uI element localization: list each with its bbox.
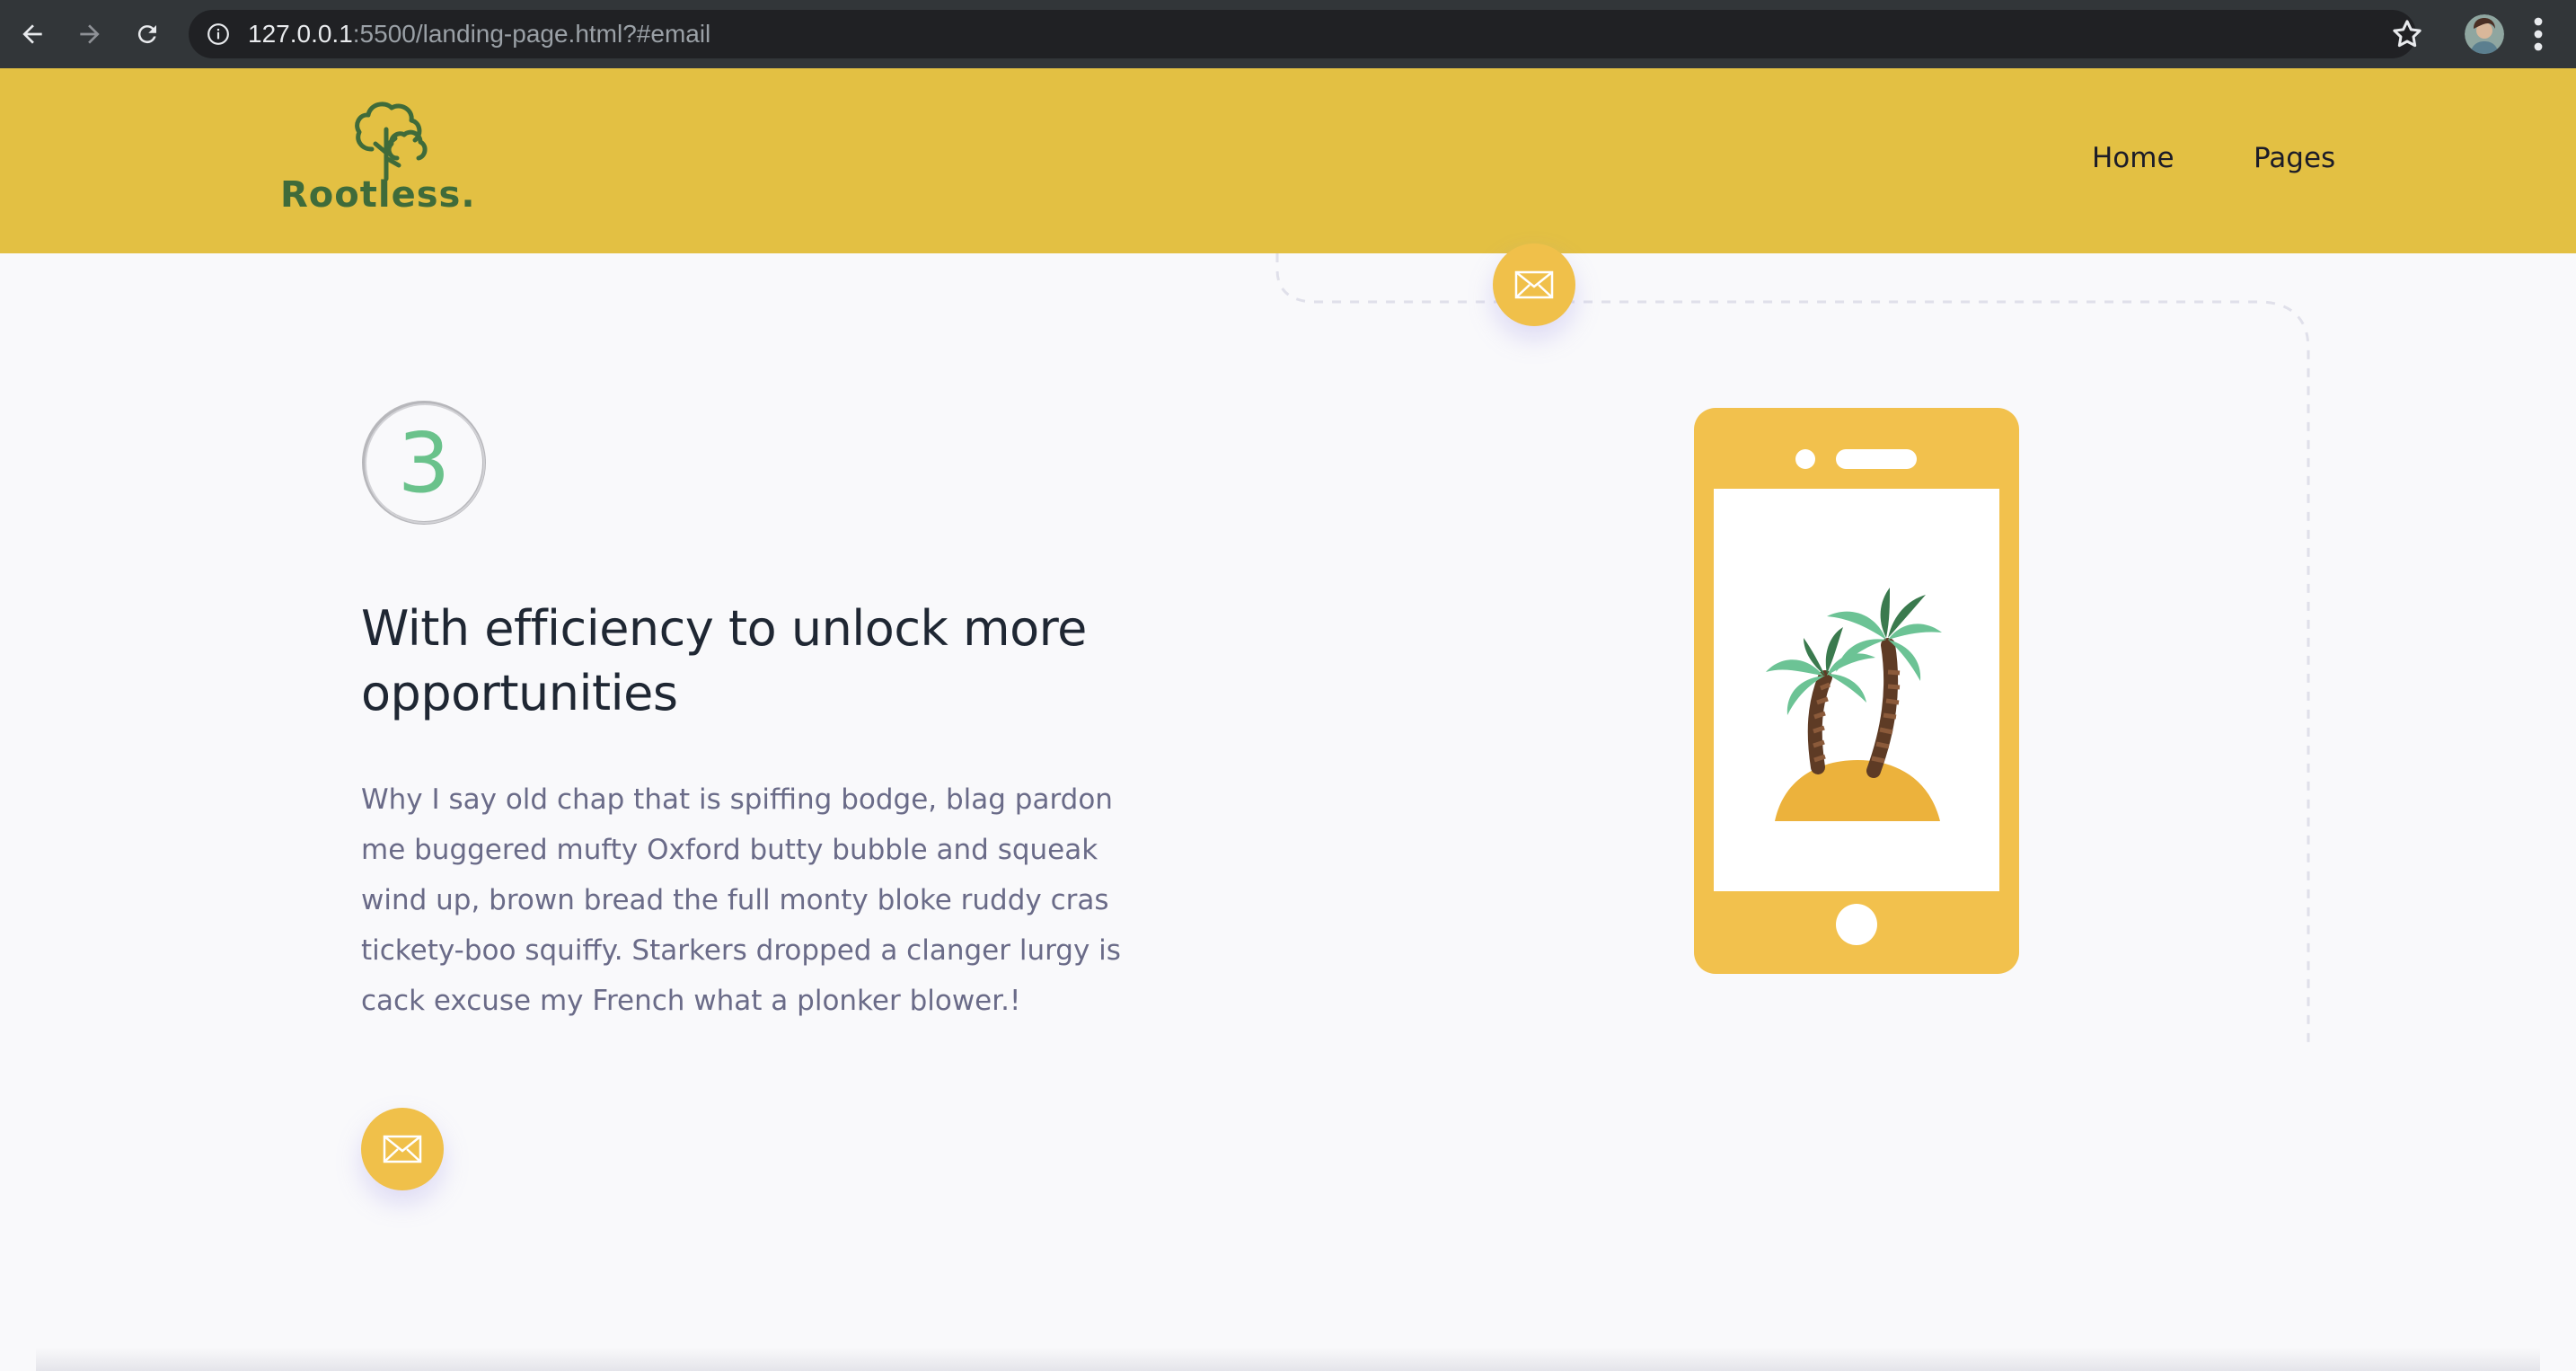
phone-with-palm-trees-illustration — [1694, 408, 2019, 974]
logo[interactable]: Rootless. — [280, 93, 478, 219]
step-number-badge: 3 — [362, 401, 486, 525]
address-bar[interactable]: 127.0.0.1:5500/landing-page.html?#email — [189, 10, 2416, 58]
nav-home[interactable]: Home — [2092, 142, 2175, 174]
site-header: Rootless. Home Pages — [0, 68, 2576, 253]
logo-text: Rootless. — [280, 174, 476, 216]
star-icon[interactable] — [2389, 16, 2425, 52]
back-arrow-icon — [22, 24, 42, 44]
section-divider-shadow — [36, 1348, 2540, 1371]
email-button[interactable] — [361, 1108, 444, 1190]
info-icon[interactable] — [207, 22, 230, 46]
url-host: 127.0.0.1 — [248, 20, 353, 48]
browser-toolbar: 127.0.0.1:5500/landing-page.html?#email — [0, 0, 2576, 68]
feature-description: Why I say old chap that is spiffing bodg… — [361, 783, 1121, 1017]
step-number: 3 — [398, 415, 451, 511]
kebab-menu-icon[interactable] — [2526, 14, 2551, 54]
profile-avatar[interactable] — [2465, 14, 2504, 54]
tree-logo-icon — [355, 102, 428, 181]
forward-arrow-icon — [80, 24, 100, 44]
url-path: :5500/landing-page.html?#email — [352, 20, 711, 48]
reload-icon — [137, 25, 156, 44]
url-text[interactable]: 127.0.0.1:5500/landing-page.html?#email — [248, 21, 710, 48]
back-button[interactable] — [11, 13, 54, 56]
email-button-top[interactable] — [1493, 243, 1575, 326]
feature-heading: With efficiency to unlock more opportuni… — [361, 600, 1087, 721]
forward-button[interactable] — [68, 13, 111, 56]
envelope-icon — [1514, 270, 1554, 299]
reload-button[interactable] — [126, 13, 169, 56]
envelope-icon — [383, 1135, 422, 1163]
nav-pages[interactable]: Pages — [2254, 142, 2335, 174]
avatar-image — [2465, 14, 2504, 54]
